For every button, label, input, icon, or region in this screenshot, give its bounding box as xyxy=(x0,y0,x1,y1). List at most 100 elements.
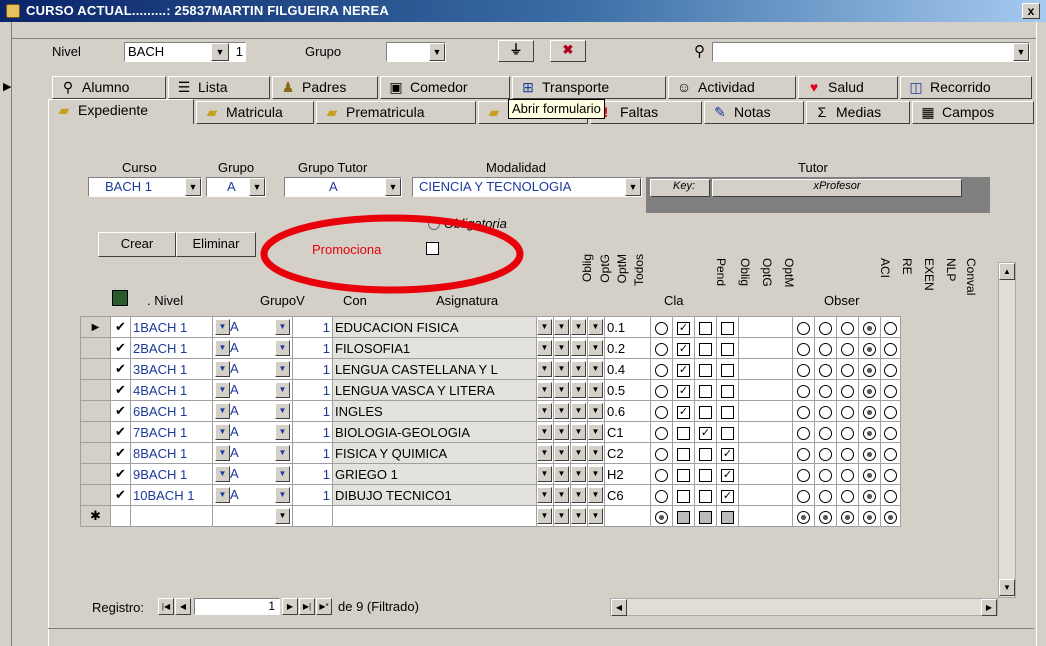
radio-icon[interactable] xyxy=(884,468,897,482)
flag-radio[interactable] xyxy=(792,505,815,527)
flag-radio[interactable] xyxy=(814,379,837,401)
checkbox-icon[interactable] xyxy=(699,468,712,482)
flag-radio[interactable] xyxy=(792,442,815,464)
radio-icon[interactable] xyxy=(819,510,832,524)
pend-radio[interactable] xyxy=(650,463,673,485)
radio-icon[interactable] xyxy=(655,363,668,377)
radio-icon[interactable] xyxy=(841,489,854,503)
pend-radio[interactable] xyxy=(650,442,673,464)
radio-icon[interactable] xyxy=(884,510,897,524)
table-row[interactable]: ✔ 6BACH 1 ▼ A ▼ 1 INGLES ▼ ▼ ▼ ▼ 0.6 ✓ xyxy=(80,400,901,422)
option-select[interactable]: ▼ xyxy=(553,442,571,464)
optg-checkbox[interactable] xyxy=(694,484,717,506)
chevron-down-icon[interactable]: ▼ xyxy=(537,361,552,378)
chevron-down-icon[interactable]: ▼ xyxy=(215,403,230,420)
obser-cell[interactable] xyxy=(738,505,793,527)
flag-radio[interactable] xyxy=(814,463,837,485)
checkbox-icon[interactable] xyxy=(721,405,734,419)
optg-checkbox[interactable] xyxy=(694,358,717,380)
optg-checkbox[interactable] xyxy=(694,463,717,485)
grupov-cell[interactable]: ▼ A ▼ xyxy=(212,421,293,443)
grupov-cell[interactable]: ▼ A ▼ xyxy=(212,337,293,359)
grupov-cell[interactable]: ▼ xyxy=(212,505,293,527)
first-record-icon[interactable]: |◀ xyxy=(158,598,174,615)
grupo-select[interactable]: ▼ xyxy=(386,42,446,62)
flag-radio[interactable] xyxy=(792,379,815,401)
chevron-down-icon[interactable]: ▼ xyxy=(537,340,552,357)
option-select[interactable]: ▼ xyxy=(553,316,571,338)
flag-radio[interactable] xyxy=(792,463,815,485)
optm-checkbox[interactable] xyxy=(716,379,739,401)
option-select[interactable]: ▼ xyxy=(587,463,605,485)
chevron-down-icon[interactable]: ▼ xyxy=(554,445,569,462)
next-record-icon[interactable]: ▶ xyxy=(282,598,298,615)
chevron-down-icon[interactable]: ▼ xyxy=(537,319,552,336)
radio-icon[interactable] xyxy=(797,468,810,482)
chevron-down-icon[interactable]: ▼ xyxy=(215,382,230,399)
horizontal-scrollbar[interactable]: ◀ ▶ xyxy=(610,598,998,616)
chevron-down-icon[interactable]: ▼ xyxy=(588,466,603,483)
radio-icon[interactable] xyxy=(884,405,897,419)
table-row[interactable]: ✔ 8BACH 1 ▼ A ▼ 1 FISICA Y QUIMICA ▼ ▼ ▼ ▼ C2 ✓ xyxy=(80,442,901,464)
chevron-down-icon[interactable]: ▼ xyxy=(554,319,569,336)
checkbox-icon[interactable] xyxy=(721,342,734,356)
chevron-down-icon[interactable]: ▼ xyxy=(554,487,569,504)
last-record-icon[interactable]: ▶| xyxy=(299,598,315,615)
tab-matricula[interactable]: ▰ Matricula xyxy=(196,101,314,124)
table-row[interactable]: ▶ ✔ 1BACH 1 ▼ A ▼ 1 EDUCACION FISICA ▼ ▼ ▼ ▼ 0.1 ✓ xyxy=(80,316,901,338)
radio-icon[interactable] xyxy=(841,321,854,335)
radio-icon[interactable] xyxy=(655,405,668,419)
optm-checkbox[interactable] xyxy=(716,358,739,380)
radio-icon[interactable] xyxy=(797,426,810,440)
row-selector[interactable] xyxy=(80,400,111,422)
scroll-up-icon[interactable]: ▲ xyxy=(999,263,1015,280)
radio-icon[interactable] xyxy=(655,510,668,524)
option-select[interactable]: ▼ xyxy=(587,484,605,506)
option-select[interactable]: ▼ xyxy=(553,379,571,401)
flag-radio[interactable] xyxy=(858,463,881,485)
chevron-down-icon[interactable]: ▼ xyxy=(588,403,603,420)
tab-actividad[interactable]: ☺ Actividad xyxy=(668,76,796,99)
chevron-down-icon[interactable]: ▼ xyxy=(571,466,586,483)
oblig-checkbox[interactable]: ✓ xyxy=(672,400,695,422)
radio-icon[interactable] xyxy=(884,363,897,377)
radio-icon[interactable] xyxy=(819,342,832,356)
tab-transporte[interactable]: ⊞ Transporte xyxy=(512,76,666,99)
option-select[interactable]: ▼ xyxy=(570,400,588,422)
chevron-down-icon[interactable]: ▼ xyxy=(625,178,641,196)
radio-icon[interactable] xyxy=(884,384,897,398)
option-select[interactable]: ▼ xyxy=(587,358,605,380)
tutor-value[interactable]: xProfesor xyxy=(712,179,962,197)
chevron-down-icon[interactable]: ▼ xyxy=(275,444,290,461)
chevron-down-icon[interactable]: ▼ xyxy=(571,403,586,420)
checkbox-icon[interactable] xyxy=(699,447,712,461)
checkbox-icon[interactable] xyxy=(677,468,690,482)
table-row[interactable]: ✔ 3BACH 1 ▼ A ▼ 1 LENGUA CASTELLANA Y L ▼ ▼ ▼ ▼ 0.4… xyxy=(80,358,901,380)
option-select[interactable]: ▼ xyxy=(570,379,588,401)
chevron-down-icon[interactable]: ▼ xyxy=(554,361,569,378)
flag-radio[interactable] xyxy=(858,379,881,401)
checkbox-icon[interactable]: ✓ xyxy=(699,426,712,440)
flag-radio[interactable] xyxy=(880,505,901,527)
chevron-down-icon[interactable]: ▼ xyxy=(215,466,230,483)
radio-icon[interactable] xyxy=(797,447,810,461)
radio-icon[interactable] xyxy=(863,426,876,440)
option-select[interactable]: ▼ xyxy=(587,337,605,359)
flag-radio[interactable] xyxy=(814,421,837,443)
radio-icon[interactable] xyxy=(819,405,832,419)
oblig-checkbox[interactable]: ✓ xyxy=(672,379,695,401)
prev-record-icon[interactable]: ◀ xyxy=(175,598,191,615)
radio-icon[interactable] xyxy=(655,342,668,356)
tab-padres[interactable]: ♟ Padres xyxy=(272,76,378,99)
tab-campos[interactable]: ▦ Campos xyxy=(912,101,1034,124)
radio-icon[interactable] xyxy=(863,447,876,461)
pend-radio[interactable] xyxy=(650,400,673,422)
cla-cell[interactable]: H2 xyxy=(604,463,651,485)
radio-icon[interactable] xyxy=(819,384,832,398)
checkbox-cell[interactable] xyxy=(694,505,717,527)
option-select[interactable]: ▼ xyxy=(536,505,554,527)
chevron-down-icon[interactable]: ▼ xyxy=(588,487,603,504)
con-cell[interactable]: 1 xyxy=(292,358,333,380)
checkbox-icon[interactable]: ✓ xyxy=(677,405,690,419)
checkbox-icon[interactable] xyxy=(721,321,734,335)
